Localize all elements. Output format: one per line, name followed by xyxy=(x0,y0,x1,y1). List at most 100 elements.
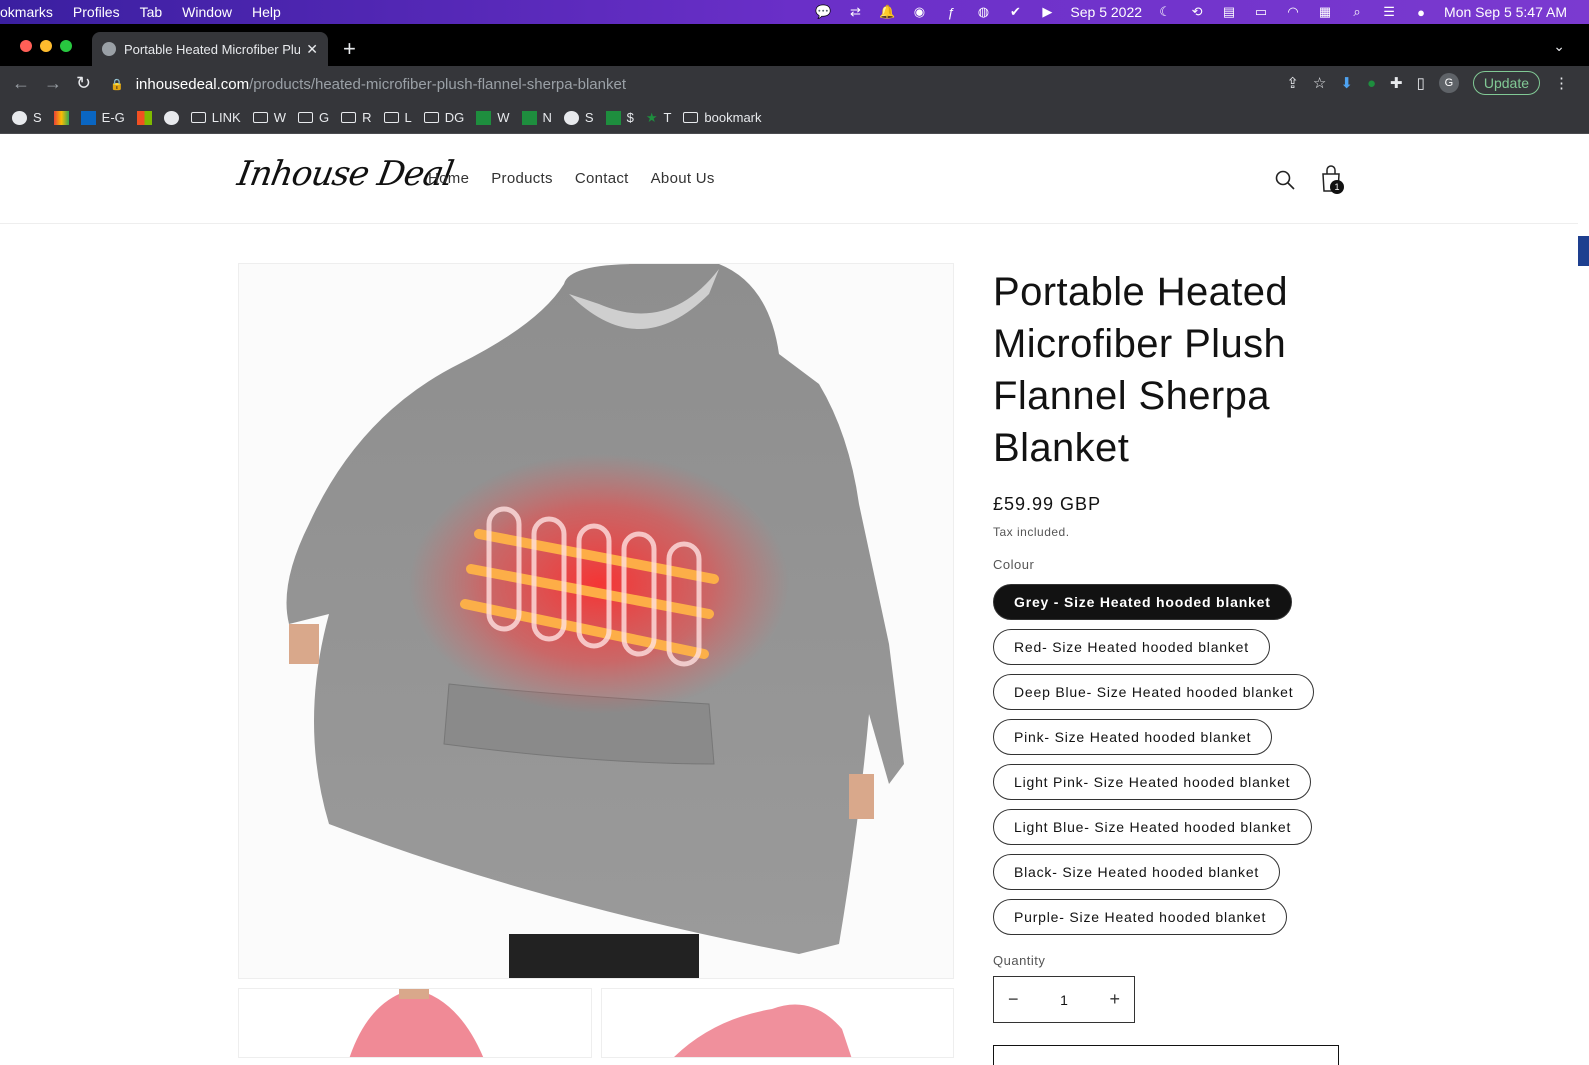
bookmark-item[interactable]: N xyxy=(521,110,552,125)
bookmark-folder[interactable]: W xyxy=(252,110,286,125)
line-icon[interactable]: ◍ xyxy=(974,4,992,20)
colour-option-purple[interactable]: Purple- Size Heated hooded blanket xyxy=(993,899,1288,935)
search-icon[interactable] xyxy=(1275,170,1295,190)
update-button[interactable]: Update xyxy=(1472,71,1540,95)
bookmark-folder[interactable]: G xyxy=(297,110,329,125)
bookmark-folder[interactable]: R xyxy=(341,110,372,125)
product-main-image[interactable] xyxy=(238,263,954,979)
bookmark-item[interactable]: W xyxy=(476,110,510,125)
battery-icon[interactable]: ▭ xyxy=(1252,4,1270,20)
bookmark-item[interactable]: E-G xyxy=(80,110,125,125)
back-button[interactable]: ← xyxy=(12,73,30,94)
check-icon[interactable]: ✔ xyxy=(1006,4,1024,20)
reload-button[interactable]: ↻ xyxy=(76,73,91,94)
colour-option-pink[interactable]: Pink- Size Heated hooded blanket xyxy=(993,719,1273,755)
control-center-icon[interactable]: ☰ xyxy=(1380,4,1398,20)
browser-tab[interactable]: Portable Heated Microfiber Plu ✕ xyxy=(92,32,328,66)
address-bar[interactable]: 🔒 inhousedeal.com /products/heated-micro… xyxy=(110,70,1300,98)
bookmark-item[interactable]: $ xyxy=(605,110,634,125)
lock-icon[interactable]: 🔒 xyxy=(110,78,124,91)
close-window-button[interactable] xyxy=(20,40,32,52)
menubar-clock[interactable]: Mon Sep 5 5:47 AM xyxy=(1444,4,1567,20)
colour-option-light-blue[interactable]: Light Blue- Size Heated hooded blanket xyxy=(993,809,1313,845)
sidepanel-icon[interactable]: ▯ xyxy=(1417,74,1425,92)
bookmark-item[interactable]: ★ T xyxy=(646,110,672,126)
macos-menubar: okmarks Profiles Tab Window Help 💬 ⇄ 🔔 ◉… xyxy=(0,0,1589,24)
product-thumbnail[interactable] xyxy=(238,988,592,1058)
bell-icon[interactable]: 🔔 xyxy=(878,4,896,20)
increase-quantity-button[interactable]: + xyxy=(1109,989,1120,1010)
nav-about-us[interactable]: About Us xyxy=(651,170,715,187)
product-price: £59.99 GBP xyxy=(993,494,1102,514)
folder-icon xyxy=(683,112,699,123)
quantity-value[interactable]: 1 xyxy=(1060,992,1068,1008)
bookmark-item[interactable] xyxy=(53,110,69,125)
kebab-menu-icon[interactable]: ⋮ xyxy=(1554,74,1569,92)
bookmark-item[interactable] xyxy=(136,110,152,125)
new-tab-button[interactable]: + xyxy=(343,36,356,62)
nav-contact[interactable]: Contact xyxy=(575,170,629,187)
menu-help[interactable]: Help xyxy=(252,4,281,20)
zoom-window-button[interactable] xyxy=(60,40,72,52)
moon-icon[interactable]: ☾ xyxy=(1156,4,1174,20)
cow-icon[interactable]: ◉ xyxy=(910,4,928,20)
wechat-icon[interactable]: 💬 xyxy=(814,4,832,20)
colour-options: Grey - Size Heated hooded blanket Red- S… xyxy=(993,584,1353,935)
globe-icon xyxy=(12,110,27,125)
bookmark-item[interactable] xyxy=(163,110,179,125)
site-logo[interactable]: Inhouse Deal xyxy=(234,154,456,194)
menu-bookmarks[interactable]: okmarks xyxy=(0,4,53,20)
flag-icon[interactable]: ▤ xyxy=(1220,4,1238,20)
keyboard-icon[interactable]: ▦ xyxy=(1316,4,1334,20)
script-icon[interactable]: ƒ xyxy=(942,4,960,20)
thumbnail-pink-hoodie xyxy=(349,989,484,1057)
bookmark-folder[interactable]: LINK xyxy=(190,110,241,125)
bookmark-folder[interactable]: L xyxy=(383,110,412,125)
forward-button[interactable]: → xyxy=(44,73,62,94)
product-thumbnail[interactable] xyxy=(601,988,954,1058)
time-machine-icon[interactable]: ⟲ xyxy=(1188,4,1206,20)
add-to-cart-button[interactable] xyxy=(993,1045,1339,1065)
bookmark-item[interactable]: S xyxy=(12,110,42,125)
close-tab-icon[interactable]: ✕ xyxy=(306,41,318,58)
wifi-icon[interactable]: ◠ xyxy=(1284,4,1302,20)
chevron-down-icon[interactable]: ⌄ xyxy=(1553,38,1565,55)
colour-option-red[interactable]: Red- Size Heated hooded blanket xyxy=(993,629,1270,665)
url-path: /products/heated-microfiber-plush-flanne… xyxy=(249,75,626,93)
colour-option-grey[interactable]: Grey - Size Heated hooded blanket xyxy=(993,584,1292,620)
sheets-icon xyxy=(521,110,537,125)
menu-window[interactable]: Window xyxy=(182,4,232,20)
nav-home[interactable]: Home xyxy=(428,170,469,187)
bookmark-folder[interactable]: DG xyxy=(423,110,464,125)
teamviewer-icon[interactable]: ⇄ xyxy=(846,4,864,20)
nav-products[interactable]: Products xyxy=(491,170,553,187)
decrease-quantity-button[interactable]: − xyxy=(1008,989,1019,1010)
quantity-label: Quantity xyxy=(993,953,1046,968)
spotlight-icon[interactable]: ⌕ xyxy=(1348,4,1366,20)
colour-option-light-pink[interactable]: Light Pink- Size Heated hooded blanket xyxy=(993,764,1312,800)
profile-avatar[interactable]: G xyxy=(1438,73,1459,93)
folder-icon xyxy=(190,112,206,123)
star-icon[interactable]: ☆ xyxy=(1313,74,1326,92)
sheets-icon xyxy=(476,110,492,125)
extension-green-icon[interactable]: ● xyxy=(1367,75,1376,92)
edge-accent xyxy=(1578,236,1589,266)
download-icon[interactable]: ⬇ xyxy=(1340,74,1353,92)
siri-icon[interactable]: ● xyxy=(1412,4,1430,20)
gmail-icon xyxy=(53,110,69,125)
globe-icon xyxy=(163,110,179,125)
colour-option-deep-blue[interactable]: Deep Blue- Size Heated hooded blanket xyxy=(993,674,1315,710)
product-info: Portable Heated Microfiber Plush Flannel… xyxy=(993,266,1353,1023)
menu-tab[interactable]: Tab xyxy=(140,4,163,20)
bookmark-folder[interactable]: bookmark xyxy=(683,110,762,125)
share-icon[interactable]: ⇪ xyxy=(1286,74,1299,92)
microsoft-icon xyxy=(136,110,152,125)
puzzle-icon[interactable]: ✚ xyxy=(1390,74,1403,92)
minimize-window-button[interactable] xyxy=(40,40,52,52)
menu-profiles[interactable]: Profiles xyxy=(73,4,120,20)
colour-option-black[interactable]: Black- Size Heated hooded blanket xyxy=(993,854,1281,890)
play-icon[interactable]: ▶ xyxy=(1038,4,1056,20)
menubar-date[interactable]: Sep 5 2022 xyxy=(1070,4,1142,20)
tab-title: Portable Heated Microfiber Plu xyxy=(124,41,301,57)
bookmark-item[interactable]: S xyxy=(563,110,594,125)
